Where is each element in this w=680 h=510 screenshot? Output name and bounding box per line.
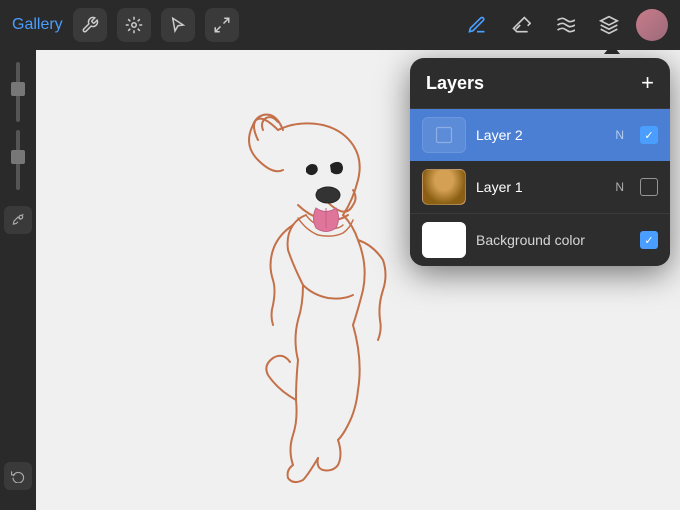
opacity-slider[interactable] bbox=[16, 130, 20, 190]
eyedropper-button[interactable] bbox=[4, 206, 32, 234]
layer-mode: N bbox=[615, 180, 624, 194]
layers-panel: Layers + Layer 2 N Layer 1 N Background … bbox=[410, 58, 670, 266]
undo-button[interactable] bbox=[4, 462, 32, 490]
pen-icon[interactable] bbox=[460, 8, 494, 42]
wrench-icon[interactable] bbox=[73, 8, 107, 42]
brush-size-slider[interactable] bbox=[16, 62, 20, 122]
layer-thumbnail bbox=[422, 169, 466, 205]
transform-icon[interactable] bbox=[205, 8, 239, 42]
layers-icon[interactable] bbox=[592, 8, 626, 42]
add-layer-button[interactable]: + bbox=[641, 72, 654, 94]
background-color-swatch bbox=[422, 222, 466, 258]
background-color-label: Background color bbox=[476, 232, 630, 248]
layers-header: Layers + bbox=[410, 58, 670, 109]
smudge-icon[interactable] bbox=[548, 8, 582, 42]
avatar[interactable] bbox=[636, 9, 668, 41]
layer-visibility-toggle[interactable] bbox=[640, 178, 658, 196]
background-visibility-toggle[interactable] bbox=[640, 231, 658, 249]
layer-name: Layer 1 bbox=[476, 179, 605, 195]
eraser-icon[interactable] bbox=[504, 8, 538, 42]
layer-row[interactable]: Layer 1 N bbox=[410, 161, 670, 213]
layer-name: Layer 2 bbox=[476, 127, 605, 143]
layer-row[interactable]: Layer 2 N bbox=[410, 109, 670, 161]
left-sidebar bbox=[0, 50, 36, 510]
layers-title: Layers bbox=[426, 73, 484, 94]
layer-mode: N bbox=[615, 128, 624, 142]
toolbar-right bbox=[460, 8, 668, 42]
adjust-icon[interactable] bbox=[117, 8, 151, 42]
toolbar-left: Gallery bbox=[12, 8, 239, 42]
gallery-button[interactable]: Gallery bbox=[12, 16, 63, 34]
background-color-row[interactable]: Background color bbox=[410, 213, 670, 266]
toolbar: Gallery bbox=[0, 0, 680, 50]
selection-icon[interactable] bbox=[161, 8, 195, 42]
layer-thumbnail bbox=[422, 117, 466, 153]
layer-visibility-toggle[interactable] bbox=[640, 126, 658, 144]
